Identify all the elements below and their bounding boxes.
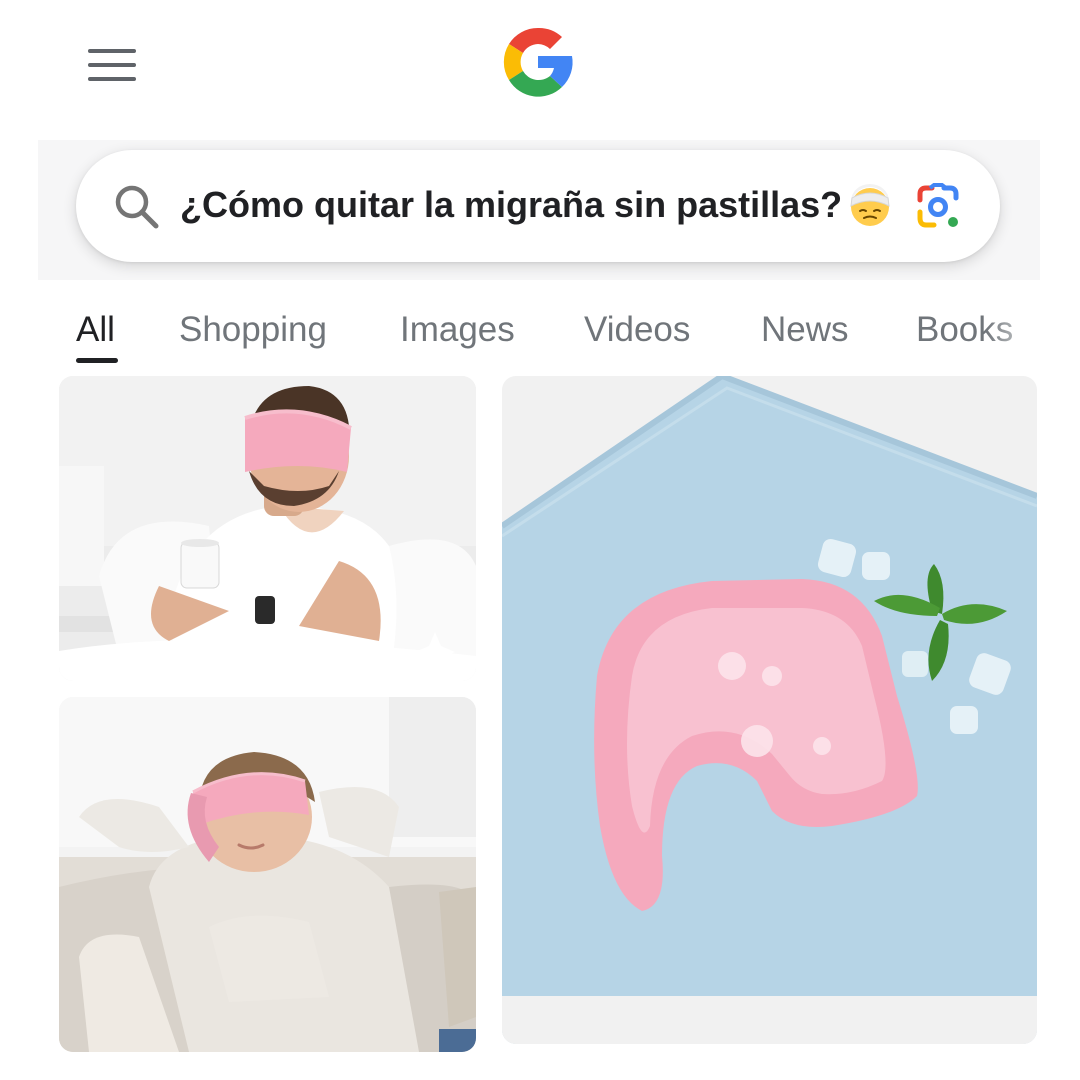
tab-shopping[interactable]: Shopping	[179, 308, 327, 352]
tab-images[interactable]: Images	[400, 308, 515, 352]
google-lens-icon[interactable]	[912, 182, 964, 232]
tab-videos[interactable]: Videos	[584, 308, 690, 352]
face-with-head-bandage-emoji	[848, 184, 892, 228]
tabs-scroll-fade	[985, 300, 1080, 370]
tab-news[interactable]: News	[761, 308, 849, 352]
search-query-text[interactable]: ¿Cómo quitar la migraña sin pastillas?	[180, 183, 842, 227]
search-tabs: All Shopping Images Videos News Books	[0, 300, 1080, 370]
image-result-gel-eye-mask[interactable]	[502, 376, 1037, 1044]
active-tab-indicator	[76, 358, 118, 363]
image-result-man-eye-mask[interactable]	[59, 376, 476, 681]
image-result-woman-eye-mask[interactable]	[59, 697, 476, 1052]
hamburger-menu-icon[interactable]	[86, 46, 138, 86]
google-g-logo	[496, 20, 580, 104]
magnifier-icon[interactable]	[112, 182, 162, 232]
tab-all[interactable]: All	[76, 308, 115, 352]
